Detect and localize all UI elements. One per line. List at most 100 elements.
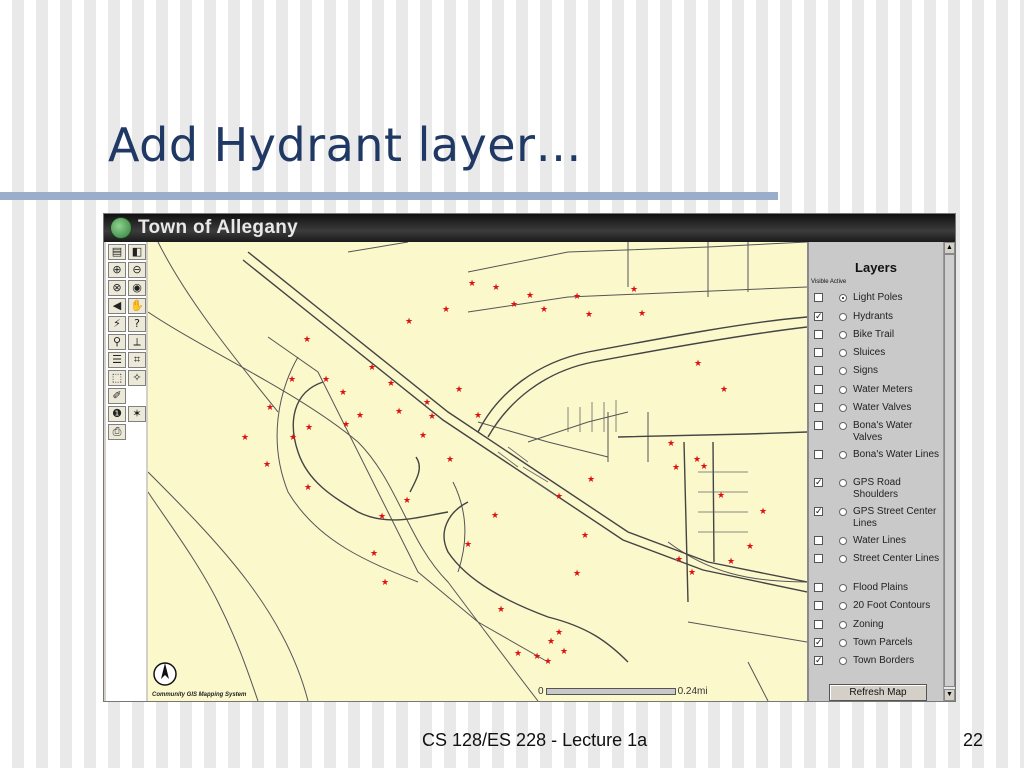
hydrant-marker-icon: ★ (387, 379, 395, 389)
layer-visible-checkbox[interactable]: ✓ (814, 638, 823, 647)
layer-active-radio[interactable] (839, 386, 847, 394)
layer-active-radio[interactable] (839, 331, 847, 339)
zoom-out-icon[interactable]: ⊖ (128, 262, 146, 278)
scroll-down-icon[interactable]: ▼ (944, 689, 955, 701)
layer-row: Light Poles (809, 292, 943, 304)
hydrant-marker-icon: ★ (630, 285, 638, 295)
layer-visible-checkbox[interactable] (814, 554, 823, 563)
layer-active-radio[interactable] (839, 367, 847, 375)
find-icon[interactable]: ⚲ (108, 334, 126, 350)
slide-page-number: 22 (963, 730, 984, 750)
gis-app-window: Town of Allegany ▤ ◧ ⊕ ⊖ ⊗ ◉ ◀ ✋ ⚡? ⚲ ⟂ ☰ ⌗ ⬚ ✧ ✐ ❶ ✶ ⎙ (103, 213, 956, 702)
layer-label: Town Parcels (853, 637, 913, 648)
layer-visible-checkbox[interactable] (814, 293, 823, 302)
layers-scrollbar[interactable]: ▲ ▼ (943, 242, 955, 701)
hydrant-marker-icon: ★ (560, 647, 568, 657)
zoom-in-icon[interactable]: ⊕ (108, 262, 126, 278)
select-rect-icon[interactable]: ⬚ (108, 370, 126, 386)
buffer-icon[interactable]: ✧ (128, 370, 146, 386)
layer-visible-checkbox[interactable] (814, 601, 823, 610)
layer-visible-checkbox[interactable] (814, 348, 823, 357)
layer-visible-checkbox[interactable] (814, 366, 823, 375)
scroll-thumb[interactable] (944, 254, 955, 687)
hydrant-marker-icon: ★ (491, 511, 499, 521)
layer-row: Bike Trail (809, 329, 943, 341)
window-titlebar: Town of Allegany (104, 214, 955, 242)
clear-selection-icon[interactable]: ✐ (108, 388, 126, 404)
select-icon[interactable]: ☰ (108, 352, 126, 368)
measure-icon[interactable]: ⟂ (128, 334, 146, 350)
window-title: Town of Allegany (138, 217, 298, 238)
select-grid-icon[interactable]: ⌗ (128, 352, 146, 368)
hydrant-marker-icon: ★ (446, 455, 454, 465)
hyperlink-icon[interactable]: ⚡ (108, 316, 126, 332)
layer-active-radio[interactable] (839, 479, 847, 487)
layer-active-radio[interactable] (839, 294, 847, 302)
layer-visible-checkbox[interactable]: ✓ (814, 478, 823, 487)
hydrant-marker-icon: ★ (700, 462, 708, 472)
layers-subhead: Visible Active (811, 279, 847, 285)
layer-active-radio[interactable] (839, 404, 847, 412)
hydrant-marker-icon: ★ (464, 540, 472, 550)
pan-hand-icon[interactable]: ✋ (128, 298, 146, 314)
hydrant-marker-icon: ★ (342, 420, 350, 430)
map-canvas[interactable]: ★ ★ ★ ★ ★ ★ ★ ★ ★ ★ ★ ★ ★ ★ ★ ★ ★ ★ ★ ★ ★ ★ ★ ★ ★ ★ ★ ★ ★ ★ ★ ★ ★ ★ ★ ★ ★ ★ ★ ★… (148, 242, 807, 701)
hydrant-marker-icon: ★ (305, 423, 313, 433)
layer-visible-checkbox[interactable] (814, 583, 823, 592)
layer-row: Water Lines (809, 535, 943, 547)
layer-visible-checkbox[interactable] (814, 536, 823, 545)
scale-end: 0.24mi (677, 686, 708, 697)
layer-active-radio[interactable] (839, 313, 847, 321)
hydrant-marker-icon: ★ (675, 555, 683, 565)
hydrant-layer: ★ ★ ★ ★ ★ ★ ★ ★ ★ ★ ★ ★ ★ ★ ★ ★ ★ ★ ★ ★ ★ ★ ★ ★ ★ ★ ★ ★ ★ ★ ★ ★ ★ ★ ★ ★ ★ ★ ★ ★… (241, 279, 767, 667)
back-extent-icon[interactable]: ◀ (108, 298, 126, 314)
layer-active-radio[interactable] (839, 621, 847, 629)
layer-label: Sluices (853, 347, 886, 358)
layer-row: Zoning (809, 619, 943, 631)
zoom-active-icon[interactable]: ◉ (128, 280, 146, 296)
hydrant-marker-icon: ★ (688, 568, 696, 578)
scroll-up-icon[interactable]: ▲ (944, 242, 955, 254)
hydrant-marker-icon: ★ (492, 283, 500, 293)
layer-label: Bona's Water Lines (853, 449, 940, 460)
hydrant-marker-icon: ★ (403, 496, 411, 506)
identify-icon[interactable]: ? (128, 316, 146, 332)
hydrant-marker-icon: ★ (533, 652, 541, 662)
layer-active-radio[interactable] (839, 555, 847, 563)
layer-visible-checkbox[interactable] (814, 385, 823, 394)
refresh-map-button[interactable]: Refresh Map (829, 684, 927, 701)
layer-active-radio[interactable] (839, 584, 847, 592)
title-rule (0, 192, 778, 200)
layer-active-radio[interactable] (839, 508, 847, 516)
zoom-full-icon[interactable]: ⊗ (108, 280, 126, 296)
layer-active-radio[interactable] (839, 657, 847, 665)
geocode-icon[interactable]: ✶ (128, 406, 146, 422)
layer-label: Bike Trail (853, 329, 895, 340)
layer-active-radio[interactable] (839, 602, 847, 610)
layer-visible-checkbox[interactable] (814, 620, 823, 629)
layer-active-radio[interactable] (839, 451, 847, 459)
layer-active-radio[interactable] (839, 639, 847, 647)
layer-visible-checkbox[interactable] (814, 421, 823, 430)
hydrant-marker-icon: ★ (423, 398, 431, 408)
layer-active-radio[interactable] (839, 349, 847, 357)
scale-start: 0 (538, 686, 544, 697)
layer-visible-checkbox[interactable] (814, 403, 823, 412)
hydrant-marker-icon: ★ (638, 309, 646, 319)
tool-spacer (128, 388, 146, 404)
hydrant-marker-icon: ★ (241, 433, 249, 443)
layer-active-radio[interactable] (839, 422, 847, 430)
layer-row: 20 Foot Contours (809, 600, 943, 612)
layer-visible-checkbox[interactable] (814, 330, 823, 339)
print-icon[interactable]: ⎙ (108, 424, 126, 440)
layer-visible-checkbox[interactable]: ✓ (814, 656, 823, 665)
layer-visible-checkbox[interactable]: ✓ (814, 312, 823, 321)
info-icon[interactable]: ❶ (108, 406, 126, 422)
layer-visible-checkbox[interactable]: ✓ (814, 507, 823, 516)
hydrant-marker-icon: ★ (727, 557, 735, 567)
layer-active-radio[interactable] (839, 537, 847, 545)
overview-icon[interactable]: ▤ (108, 244, 126, 260)
hydrant-marker-icon: ★ (288, 375, 296, 385)
legend-icon[interactable]: ◧ (128, 244, 146, 260)
layer-visible-checkbox[interactable] (814, 450, 823, 459)
